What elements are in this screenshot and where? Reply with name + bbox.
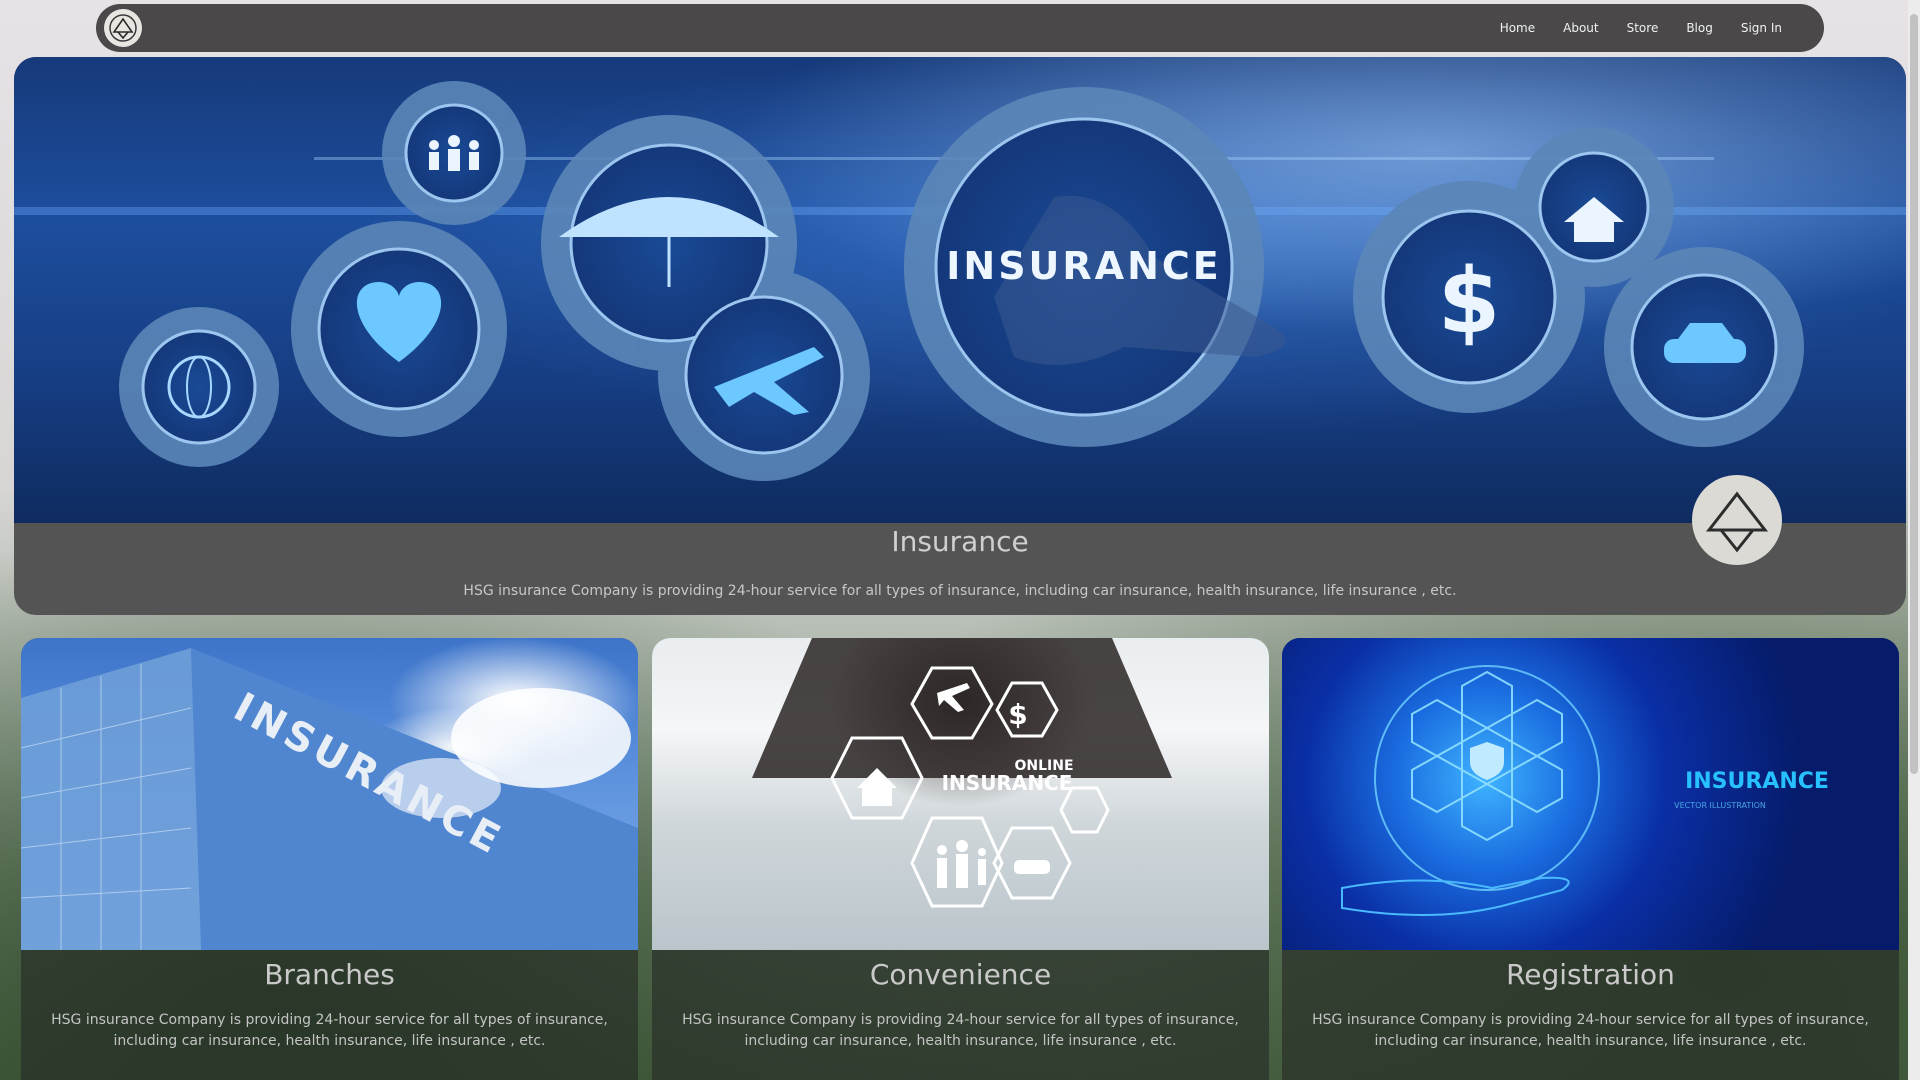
navbar: Home About Store Blog Sign In bbox=[96, 4, 1824, 52]
card-image-convenience: $ ONLINE INSURANCE bbox=[652, 638, 1269, 950]
hero-image-text: INSURANCE bbox=[946, 244, 1221, 288]
logo-icon[interactable] bbox=[104, 9, 142, 47]
card-description-registration: HSG insurance Company is providing 24-ho… bbox=[1312, 1012, 1869, 1049]
nav-links: Home About Store Blog Sign In bbox=[1486, 21, 1796, 35]
svg-text:$: $ bbox=[1008, 698, 1027, 731]
card-description-convenience: HSG insurance Company is providing 24-ho… bbox=[682, 1012, 1239, 1049]
nav-store-link[interactable]: Store bbox=[1613, 21, 1673, 35]
scrollbar-thumb[interactable] bbox=[1910, 14, 1918, 774]
hero-image: $ INSURANCE bbox=[14, 57, 1906, 523]
card-image-text-insurance-vector: INSURANCE bbox=[1685, 769, 1829, 794]
card-registration[interactable]: INSURANCE VECTOR ILLUSTRATION Registrati… bbox=[1282, 638, 1899, 1080]
card-image-text-vector-illustration: VECTOR ILLUSTRATION bbox=[1674, 801, 1766, 810]
nav-about-link[interactable]: About bbox=[1549, 21, 1612, 35]
page-scrollbar[interactable] bbox=[1908, 0, 1920, 1080]
card-title-registration: Registration bbox=[1506, 958, 1675, 991]
card-title-convenience: Convenience bbox=[869, 958, 1052, 991]
card-image-branches: INSURANCE bbox=[21, 638, 638, 950]
card-image-registration: INSURANCE VECTOR ILLUSTRATION bbox=[1282, 638, 1899, 950]
hero-illustration: $ INSURANCE bbox=[14, 81, 1906, 481]
nav-home-link[interactable]: Home bbox=[1486, 21, 1549, 35]
card-image-text-insurance: INSURANCE bbox=[942, 771, 1073, 795]
nav-signin-link[interactable]: Sign In bbox=[1727, 21, 1796, 35]
card-branches[interactable]: INSURANCE Branches HSG insurance Company… bbox=[21, 638, 638, 1080]
hero-section: $ INSURANCE Insurance HSG insurance Comp… bbox=[14, 57, 1906, 615]
hero-title: Insurance bbox=[891, 525, 1029, 558]
card-description-branches: HSG insurance Company is providing 24-ho… bbox=[51, 1012, 608, 1049]
hero-description: HSG insurance Company is providing 24-ho… bbox=[463, 583, 1457, 599]
nav-blog-link[interactable]: Blog bbox=[1672, 21, 1727, 35]
card-title-branches: Branches bbox=[264, 958, 395, 991]
card-convenience[interactable]: $ ONLINE INSURANCE Convenience HSG insur… bbox=[652, 638, 1269, 1080]
svg-text:$: $ bbox=[1438, 249, 1501, 354]
